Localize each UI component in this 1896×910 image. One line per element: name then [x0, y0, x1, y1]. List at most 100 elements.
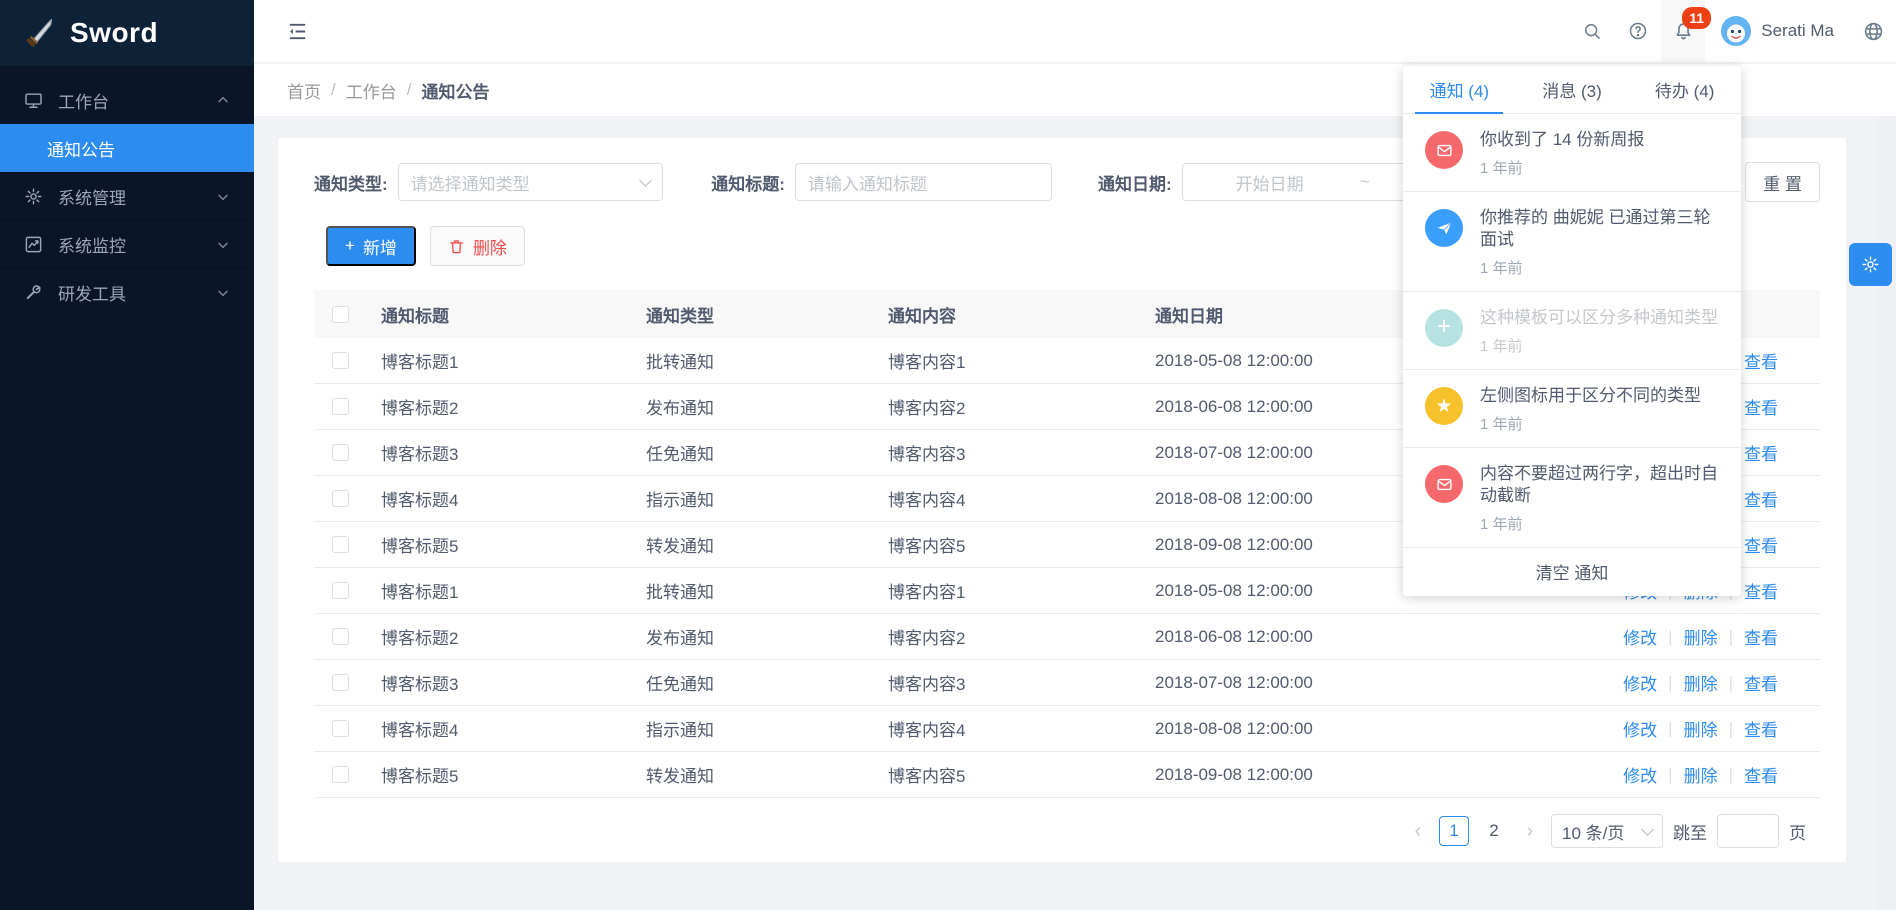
cell-content: 博客内容1: [873, 348, 1140, 373]
row-checkbox[interactable]: [332, 720, 349, 737]
row-checkbox[interactable]: [332, 352, 349, 369]
globe-icon[interactable]: [1850, 0, 1896, 62]
page-unit-label: 页: [1789, 819, 1806, 844]
notification-time: 1 年前: [1480, 413, 1701, 434]
scrollbar-track[interactable]: [1877, 116, 1896, 910]
page-button-2[interactable]: 2: [1479, 816, 1509, 846]
edit-link[interactable]: 修改: [1623, 762, 1657, 787]
page-button-1[interactable]: 1: [1439, 816, 1469, 846]
sidebar-item-notice-announcement[interactable]: 通知公告: [0, 124, 254, 172]
view-link[interactable]: 查看: [1744, 624, 1778, 649]
table-row: 博客标题3任免通知博客内容32018-07-08 12:00:00修改|删除|查…: [314, 660, 1820, 706]
select-all-checkbox[interactable]: [332, 306, 349, 323]
cell-type: 指示通知: [631, 486, 873, 511]
notice-title-input[interactable]: 请输入通知标题: [795, 163, 1052, 201]
date-start-input[interactable]: 开始日期: [1195, 170, 1345, 195]
delete-link[interactable]: 删除: [1684, 762, 1718, 787]
page-size-value: 10 条/页: [1562, 819, 1624, 844]
plus-icon: +: [1425, 309, 1463, 347]
view-link[interactable]: 查看: [1744, 440, 1778, 465]
notification-item[interactable]: 你收到了 14 份新周报1 年前: [1403, 114, 1741, 192]
row-checkbox[interactable]: [332, 536, 349, 553]
view-link[interactable]: 查看: [1744, 394, 1778, 419]
header-cell: 通知内容: [873, 302, 1140, 327]
action-separator: |: [1729, 673, 1733, 693]
table-row: 博客标题4指示通知博客内容42018-08-08 12:00:00修改|删除|查…: [314, 706, 1820, 752]
sidebar-collapse-icon[interactable]: [286, 20, 309, 43]
notification-tab-1[interactable]: 消息 (3): [1516, 66, 1629, 113]
row-checkbox[interactable]: [332, 398, 349, 415]
notification-item[interactable]: +这种模板可以区分多种通知类型1 年前: [1403, 292, 1741, 370]
chevron-down-icon: [216, 286, 230, 300]
cell-title: 博客标题4: [366, 486, 631, 511]
bell-icon[interactable]: 11: [1661, 0, 1705, 62]
action-separator: |: [1668, 627, 1672, 647]
notification-text: 内容不要超过两行字，超出时自动截断1 年前: [1480, 463, 1721, 534]
breadcrumb-item[interactable]: 工作台: [346, 78, 397, 103]
delete-link[interactable]: 删除: [1684, 716, 1718, 741]
delete-link[interactable]: 删除: [1684, 624, 1718, 649]
user-menu[interactable]: Serati Ma: [1705, 0, 1850, 62]
view-link[interactable]: 查看: [1744, 670, 1778, 695]
jump-label: 跳至: [1673, 819, 1707, 844]
edit-link[interactable]: 修改: [1623, 716, 1657, 741]
sidebar-item-system-admin[interactable]: 系统管理: [0, 172, 254, 220]
sidebar-item-workbench[interactable]: 工作台: [0, 76, 254, 124]
notification-title: 这种模板可以区分多种通知类型: [1480, 307, 1718, 328]
view-link[interactable]: 查看: [1744, 348, 1778, 373]
header-cell: 通知标题: [366, 302, 631, 327]
cell-checkbox: [314, 766, 366, 783]
app-logo[interactable]: Sword: [0, 0, 254, 66]
view-link[interactable]: 查看: [1744, 578, 1778, 603]
search-icon[interactable]: [1569, 0, 1615, 62]
notice-type-select[interactable]: 请选择通知类型: [398, 163, 664, 201]
cell-content: 博客内容2: [873, 394, 1140, 419]
page-size-select[interactable]: 10 条/页: [1551, 814, 1663, 848]
cell-checkbox: [314, 720, 366, 737]
view-link[interactable]: 查看: [1744, 532, 1778, 557]
cell-type: 指示通知: [631, 716, 873, 741]
table-row: 博客标题2发布通知博客内容22018-06-08 12:00:00修改|删除|查…: [314, 614, 1820, 660]
sidebar-item-system-monitor[interactable]: 系统监控: [0, 220, 254, 268]
add-button[interactable]: + 新增: [326, 226, 416, 266]
jump-page-input[interactable]: [1717, 814, 1779, 848]
breadcrumb-item: 通知公告: [421, 78, 489, 103]
row-checkbox[interactable]: [332, 490, 349, 507]
action-separator: |: [1729, 719, 1733, 739]
next-page-button[interactable]: ›: [1519, 820, 1541, 843]
sidebar-item-label: 研发工具: [58, 280, 201, 305]
cell-content: 博客内容4: [873, 716, 1140, 741]
settings-gear-button[interactable]: [1849, 243, 1892, 286]
view-link[interactable]: 查看: [1744, 762, 1778, 787]
notification-tab-2[interactable]: 待办 (4): [1628, 66, 1741, 113]
notification-time: 1 年前: [1480, 257, 1721, 278]
sidebar-item-dev-tools[interactable]: 研发工具: [0, 268, 254, 316]
reset-button[interactable]: 重 置: [1745, 162, 1820, 202]
view-link[interactable]: 查看: [1744, 716, 1778, 741]
row-checkbox[interactable]: [332, 444, 349, 461]
delete-button[interactable]: 删除: [430, 226, 525, 266]
view-link[interactable]: 查看: [1744, 486, 1778, 511]
edit-link[interactable]: 修改: [1623, 624, 1657, 649]
breadcrumb-item[interactable]: 首页: [287, 78, 321, 103]
clear-notifications-button[interactable]: 清空 通知: [1403, 548, 1741, 596]
cell-actions: 修改|删除|查看: [1450, 716, 1820, 741]
prev-page-button[interactable]: ‹: [1407, 820, 1429, 843]
notice-date-label: 通知日期:: [1098, 170, 1172, 195]
row-checkbox[interactable]: [332, 674, 349, 691]
cell-content: 博客内容4: [873, 486, 1140, 511]
trash-icon: [448, 238, 465, 255]
delete-link[interactable]: 删除: [1684, 670, 1718, 695]
row-checkbox[interactable]: [332, 766, 349, 783]
help-icon[interactable]: [1615, 0, 1661, 62]
notification-item[interactable]: 你推荐的 曲妮妮 已通过第三轮面试1 年前: [1403, 192, 1741, 292]
edit-link[interactable]: 修改: [1623, 670, 1657, 695]
row-checkbox[interactable]: [332, 582, 349, 599]
notification-item[interactable]: ★左侧图标用于区分不同的类型1 年前: [1403, 370, 1741, 448]
notification-text: 你收到了 14 份新周报1 年前: [1480, 129, 1644, 178]
notification-tab-0[interactable]: 通知 (4): [1403, 66, 1516, 113]
gear-icon: [24, 187, 43, 206]
notification-item[interactable]: 内容不要超过两行字，超出时自动截断1 年前: [1403, 448, 1741, 548]
row-checkbox[interactable]: [332, 628, 349, 645]
cell-title: 博客标题1: [366, 348, 631, 373]
